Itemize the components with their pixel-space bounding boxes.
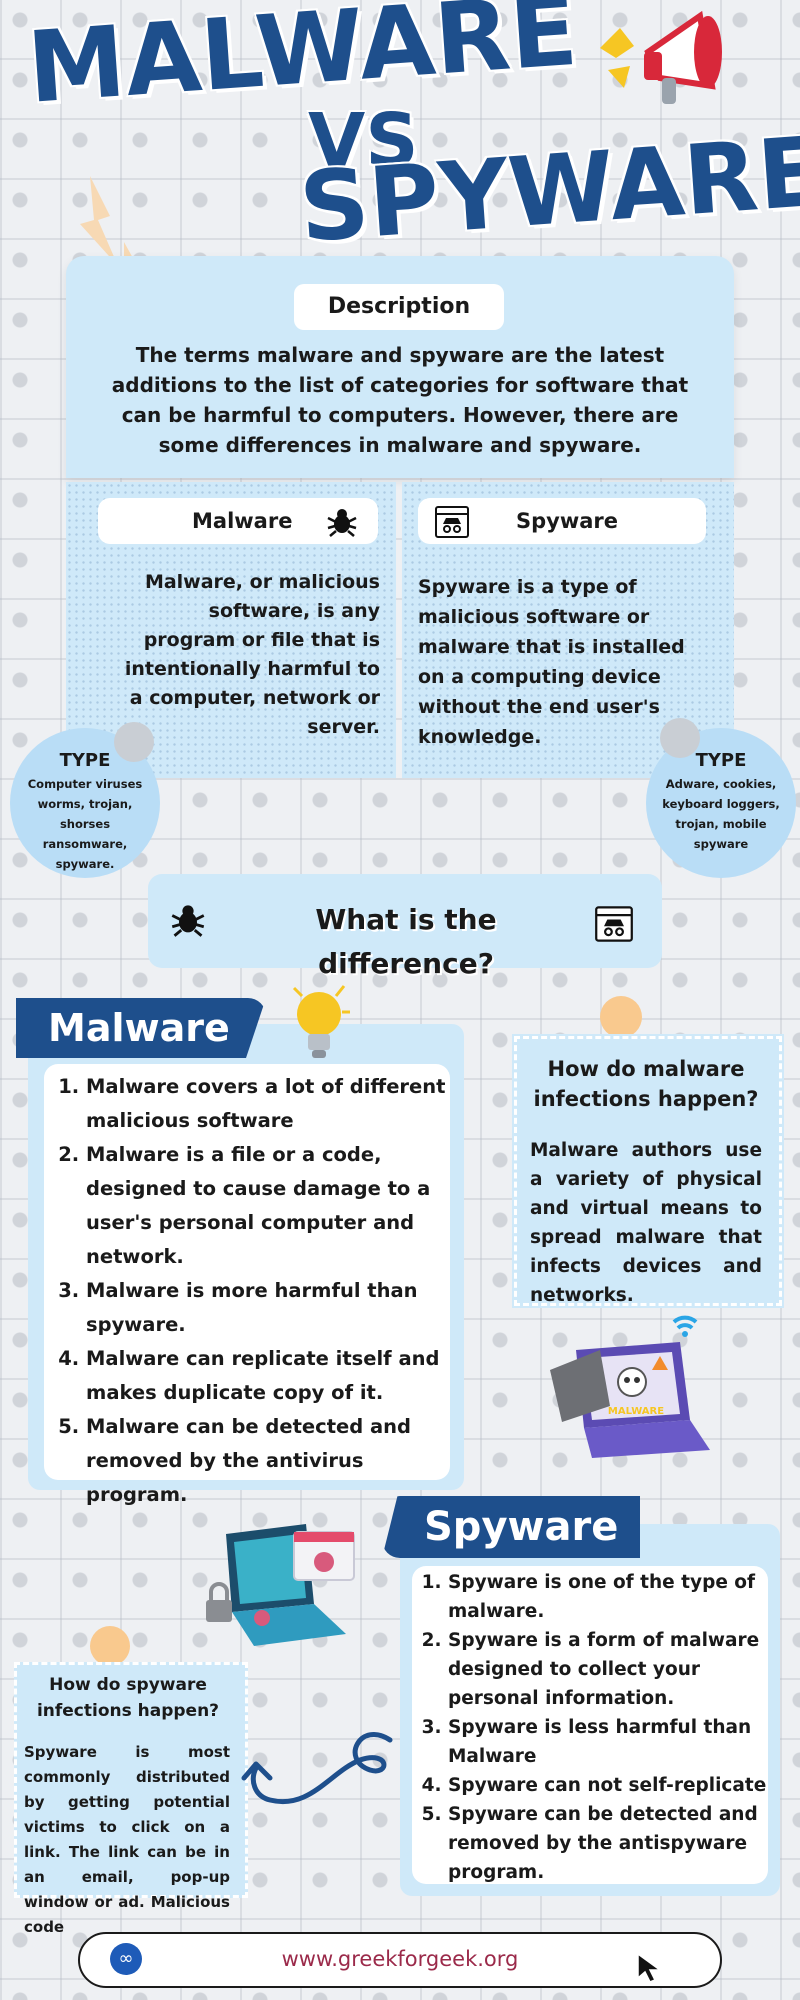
malware-definition: Malware, or malicious software, is any p… (124, 571, 380, 738)
spy-window-icon (595, 906, 633, 942)
description-text: The terms malware and spyware are the la… (111, 343, 689, 457)
spyware-points-list: Spyware is one of the type of malware. S… (420, 1568, 786, 1887)
locked-laptop-icon (206, 1524, 355, 1646)
malware-section-title: Malware (48, 1006, 230, 1050)
difference-title: What is the difference? (315, 903, 497, 980)
list-item: Spyware is a form of malware designed to… (448, 1626, 786, 1713)
description-heading: Description (294, 284, 504, 330)
list-item: Spyware is one of the type of malware. (448, 1568, 786, 1626)
spyware-type-title: TYPE (695, 750, 747, 771)
list-item: Spyware can not self-replicate (448, 1771, 786, 1800)
list-item: Malware can replicate itself and makes d… (86, 1342, 466, 1410)
malware-infection-text: Malware authors use a variety of physica… (530, 1140, 762, 1306)
list-item: Malware is a file or a code, designed to… (86, 1138, 466, 1274)
spy-window-icon (435, 506, 469, 538)
bug-icon (327, 509, 357, 537)
pin-icon (90, 1626, 130, 1666)
bug-icon (171, 905, 205, 937)
list-item: Malware is more harmful than spyware. (86, 1274, 466, 1342)
lightbulb-icon (292, 985, 350, 1058)
infected-laptop-icon: MALWARE (550, 1315, 710, 1458)
pin-icon (600, 996, 642, 1038)
megaphone-icon (600, 10, 722, 104)
list-item: Malware covers a lot of different malici… (86, 1070, 466, 1138)
spyware-section-title: Spyware (424, 1504, 619, 1550)
cursor-icon (637, 1952, 663, 1983)
malware-label: Malware (192, 509, 293, 533)
curly-arrow-icon (241, 1732, 393, 1805)
title-line-malware: MALWARE (24, 0, 581, 126)
footer-url[interactable]: www.greekforgeek.org (78, 1934, 722, 1984)
spyware-infection-title: How do spyware infections happen? (36, 1675, 220, 1721)
spyware-infection-text: Spyware is most commonly distributed by … (24, 1743, 230, 1936)
laptop-malware-label: MALWARE (608, 1406, 664, 1417)
spyware-label: Spyware (516, 509, 619, 533)
malware-infection-title: How do malware infections happen? (533, 1057, 759, 1111)
list-item: Spyware can be detected and removed by t… (448, 1800, 786, 1887)
spyware-type-list: Adware, cookies, keyboard loggers, troja… (662, 777, 780, 851)
malware-type-title: TYPE (59, 750, 111, 771)
list-item: Spyware is less harmful than Malware (448, 1713, 786, 1771)
malware-type-list: Computer viruses worms, trojan, shorses … (27, 777, 143, 871)
malware-points-list: Malware covers a lot of different malici… (58, 1070, 466, 1512)
spyware-definition: Spyware is a type of malicious software … (418, 576, 685, 748)
